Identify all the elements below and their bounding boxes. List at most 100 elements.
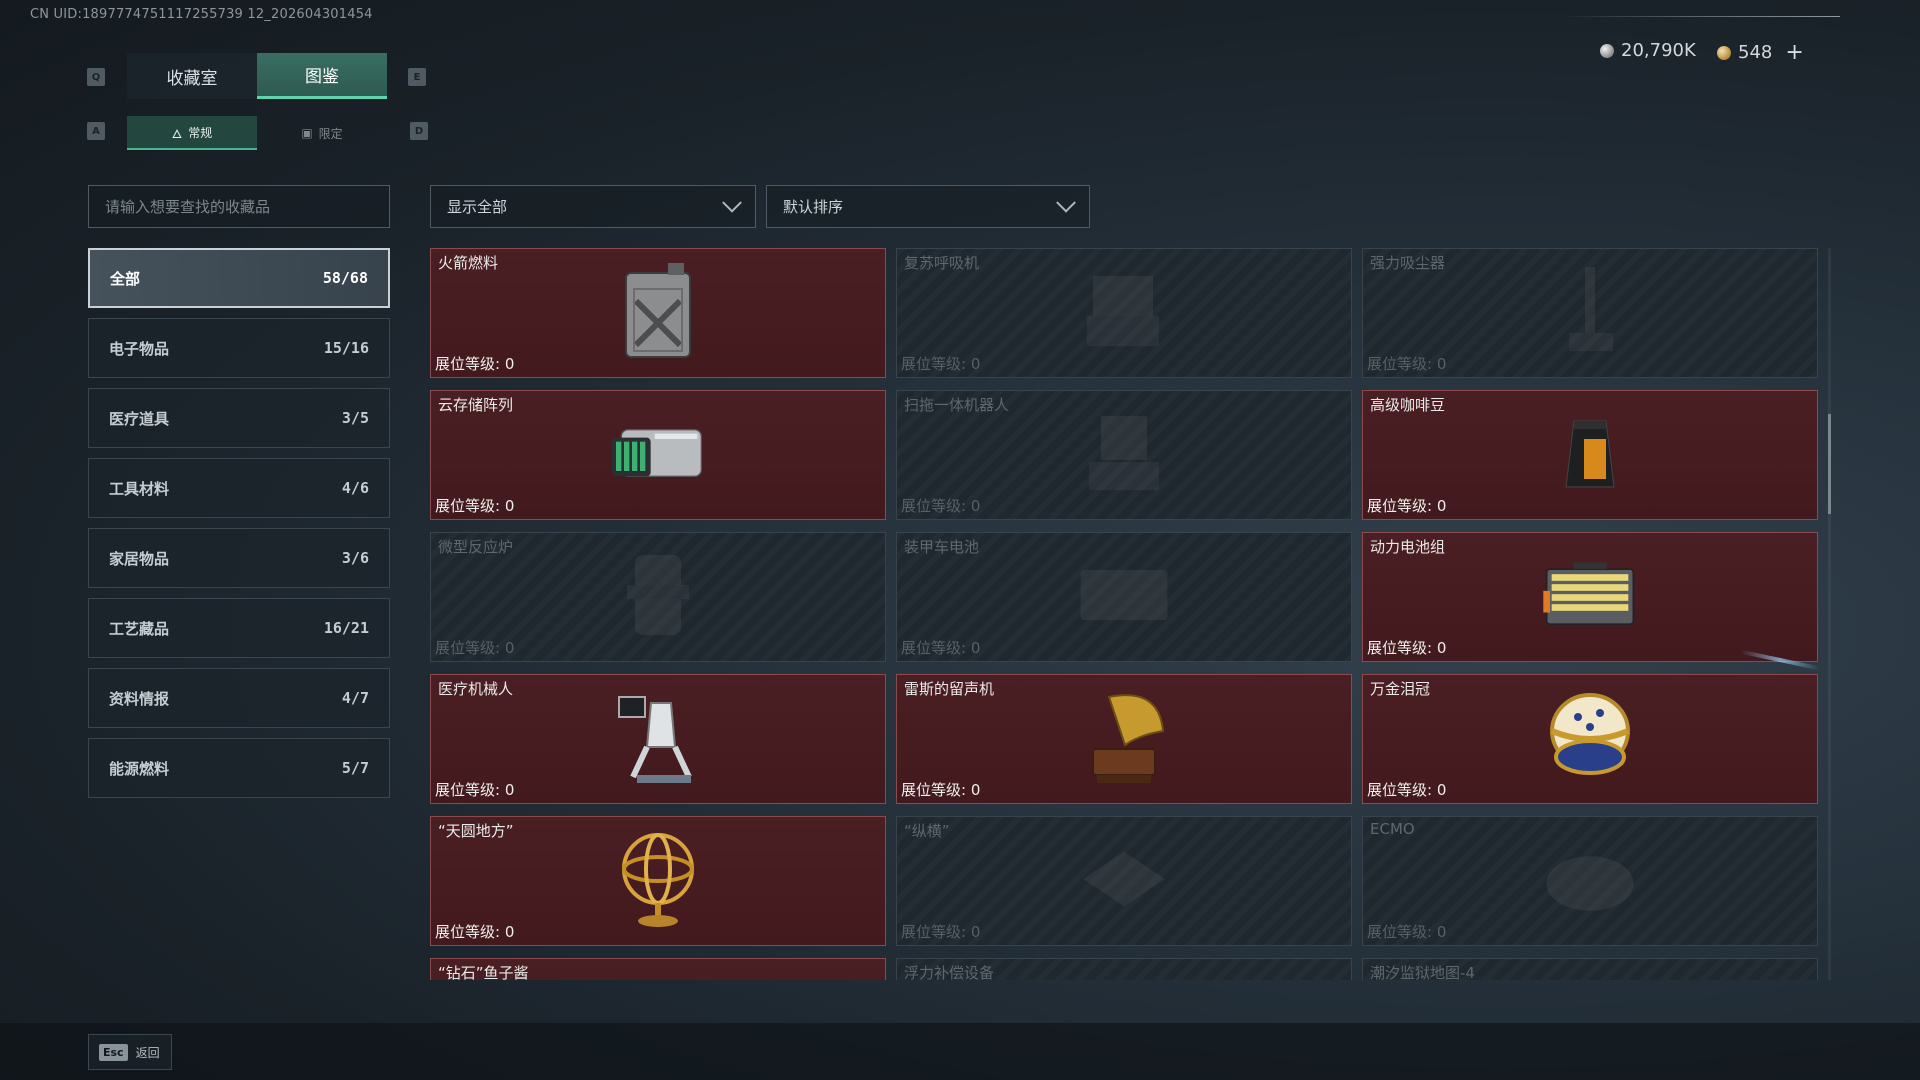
category-count: 4/6 [341,479,369,497]
subtab-regular-label: 常规 [188,125,213,140]
collection-card-name: 动力电池组 [1370,538,1446,556]
collection-card-level: 展位等级: 0 [435,639,515,657]
collection-card[interactable]: 万金泪冠 展位等级: 0 [1362,674,1818,804]
silver-currency: 20,790K [1600,40,1696,61]
gold-coin-icon [1717,45,1731,60]
collection-card-name: 扫拖一体机器人 [904,396,1010,414]
category-count: 3/5 [341,409,369,427]
category-label: 工具材料 [109,479,170,498]
add-currency-button[interactable]: + [1785,40,1803,65]
collection-card-name: 装甲车电池 [904,538,980,556]
collection-card[interactable]: 微型反应炉 展位等级: 0 [430,532,886,662]
collection-card-name: 医疗机械人 [438,680,514,698]
collection-card[interactable]: 潮汐监狱地图-4展位等级: 0 [1362,958,1818,980]
collection-card[interactable]: 火箭燃料展位等级: 0 [430,248,886,378]
image-icon: ▣ [301,126,313,140]
category-item[interactable]: 医疗道具 3/5 [88,388,390,448]
category-item[interactable]: 能源燃料 5/7 [88,738,390,798]
subtab-prev-key-hint: A [87,122,105,140]
collection-card[interactable]: 云存储阵列展位等级: 0 [430,390,886,520]
chevron-down-icon [1056,192,1076,213]
caviar-icon [608,971,708,980]
scrollbar-thumb[interactable] [1828,414,1831,514]
subtab-regular[interactable]: 🜂 常规 [127,116,257,150]
category-label: 能源燃料 [109,759,170,778]
armillary-icon [608,829,708,929]
collection-card-level: 展位等级: 0 [901,639,981,657]
collection-card-name: 万金泪冠 [1370,680,1431,698]
category-item[interactable]: 资料情报 4/7 [88,668,390,728]
scrollbar-track[interactable] [1828,248,1831,980]
bcd-icon [1074,971,1174,980]
coffee-bag-icon [1540,403,1640,503]
category-label: 电子物品 [109,339,170,358]
esc-key-hint: Esc [99,1043,128,1061]
server-icon [608,403,708,503]
tab-collection-room[interactable]: 收藏室 [127,53,257,99]
tab-prev-key-hint: Q [87,68,105,86]
gramophone-icon [1074,687,1174,787]
category-item[interactable]: 工艺藏品 16/21 [88,598,390,658]
battery-pack-icon [1540,545,1640,645]
collection-card[interactable]: “钻石”鱼子酱展位等级: 0 [430,958,886,980]
back-label: 返回 [135,1045,160,1060]
category-label: 医疗道具 [109,409,170,428]
collection-grid: 火箭燃料 展位等级: 0 复苏呼吸机 展位等级: 0 强力吸尘器 展位等级: 0 云存储阵列… [430,248,1818,980]
tab-next-key-hint: E [408,68,426,86]
reactor-icon [608,545,708,645]
collection-card-level: 展位等级: 0 [901,497,981,515]
med-robot-icon [608,687,708,787]
player-uid: CN UID:1897774751117255739 12_2026043014… [30,7,373,22]
gold-currency: 548 + [1717,40,1804,65]
flame-icon: 🜂 [171,126,183,141]
filter-dropdown[interactable]: 显示全部 [430,185,756,228]
collection-card[interactable]: 强力吸尘器 展位等级: 0 [1362,248,1818,378]
collection-card[interactable]: ECMO 展位等级: 0 [1362,816,1818,946]
collection-card[interactable]: 复苏呼吸机 展位等级: 0 [896,248,1352,378]
category-item[interactable]: 电子物品 15/16 [88,318,390,378]
collection-card-level: 展位等级: 0 [901,355,981,373]
subtab-limited-label: 限定 [318,126,343,141]
collection-card-level: 展位等级: 0 [1367,355,1447,373]
tab-codex[interactable]: 图鉴 [257,53,387,99]
collection-card[interactable]: 动力电池组 展位等级: 0 [1362,532,1818,662]
battery-icon [1074,545,1174,645]
category-label: 资料情报 [109,689,170,708]
collection-card[interactable]: 浮力补偿设备展位等级: 0 [896,958,1352,980]
category-item[interactable]: 家居物品 3/6 [88,528,390,588]
category-count: 3/6 [341,549,369,567]
collection-card[interactable]: 装甲车电池展位等级: 0 [896,532,1352,662]
category-item[interactable]: 工具材料 4/6 [88,458,390,518]
collection-card-level: 展位等级: 0 [435,497,515,515]
subtab-limited[interactable]: ▣ 限定 [257,116,387,150]
collection-card-level: 展位等级: 0 [435,355,515,373]
collection-card[interactable]: 高级咖啡豆 展位等级: 0 [1362,390,1818,520]
collection-card-name: “钻石”鱼子酱 [438,964,529,980]
chevron-down-icon [722,192,742,213]
ventilator-icon [1074,261,1174,361]
collection-card[interactable]: “天圆地方” 展位等级: 0 [430,816,886,946]
search-box[interactable] [88,185,390,228]
category-count: 58/68 [322,269,368,287]
back-button[interactable]: Esc 返回 [88,1034,172,1070]
collection-card[interactable]: 医疗机械人展位等级: 0 [430,674,886,804]
collection-card-name: 云存储阵列 [438,396,514,414]
collection-card-name: 潮汐监狱地图-4 [1370,964,1475,980]
collection-card[interactable]: 扫拖一体机器人 展位等级: 0 [896,390,1352,520]
collection-card-name: 火箭燃料 [438,254,499,272]
category-count: 15/16 [323,339,369,357]
jeweled-egg-icon [1540,687,1640,787]
sort-dropdown[interactable]: 默认排序 [766,185,1090,228]
search-input[interactable] [105,197,373,216]
category-label: 家居物品 [109,549,170,568]
collection-card[interactable]: 雷斯的留声机 展位等级: 0 [896,674,1352,804]
collection-card-name: 雷斯的留声机 [904,680,995,698]
collection-card-name: ECMO [1370,820,1415,838]
category-count: 5/7 [341,759,369,777]
collection-card[interactable]: “纵横” 展位等级: 0 [896,816,1352,946]
collection-card-name: “天圆地方” [438,822,514,840]
collection-card-level: 展位等级: 0 [435,781,515,799]
category-count: 4/7 [341,689,369,707]
category-label: 全部 [110,269,141,288]
category-item[interactable]: 全部 58/68 [88,248,390,308]
